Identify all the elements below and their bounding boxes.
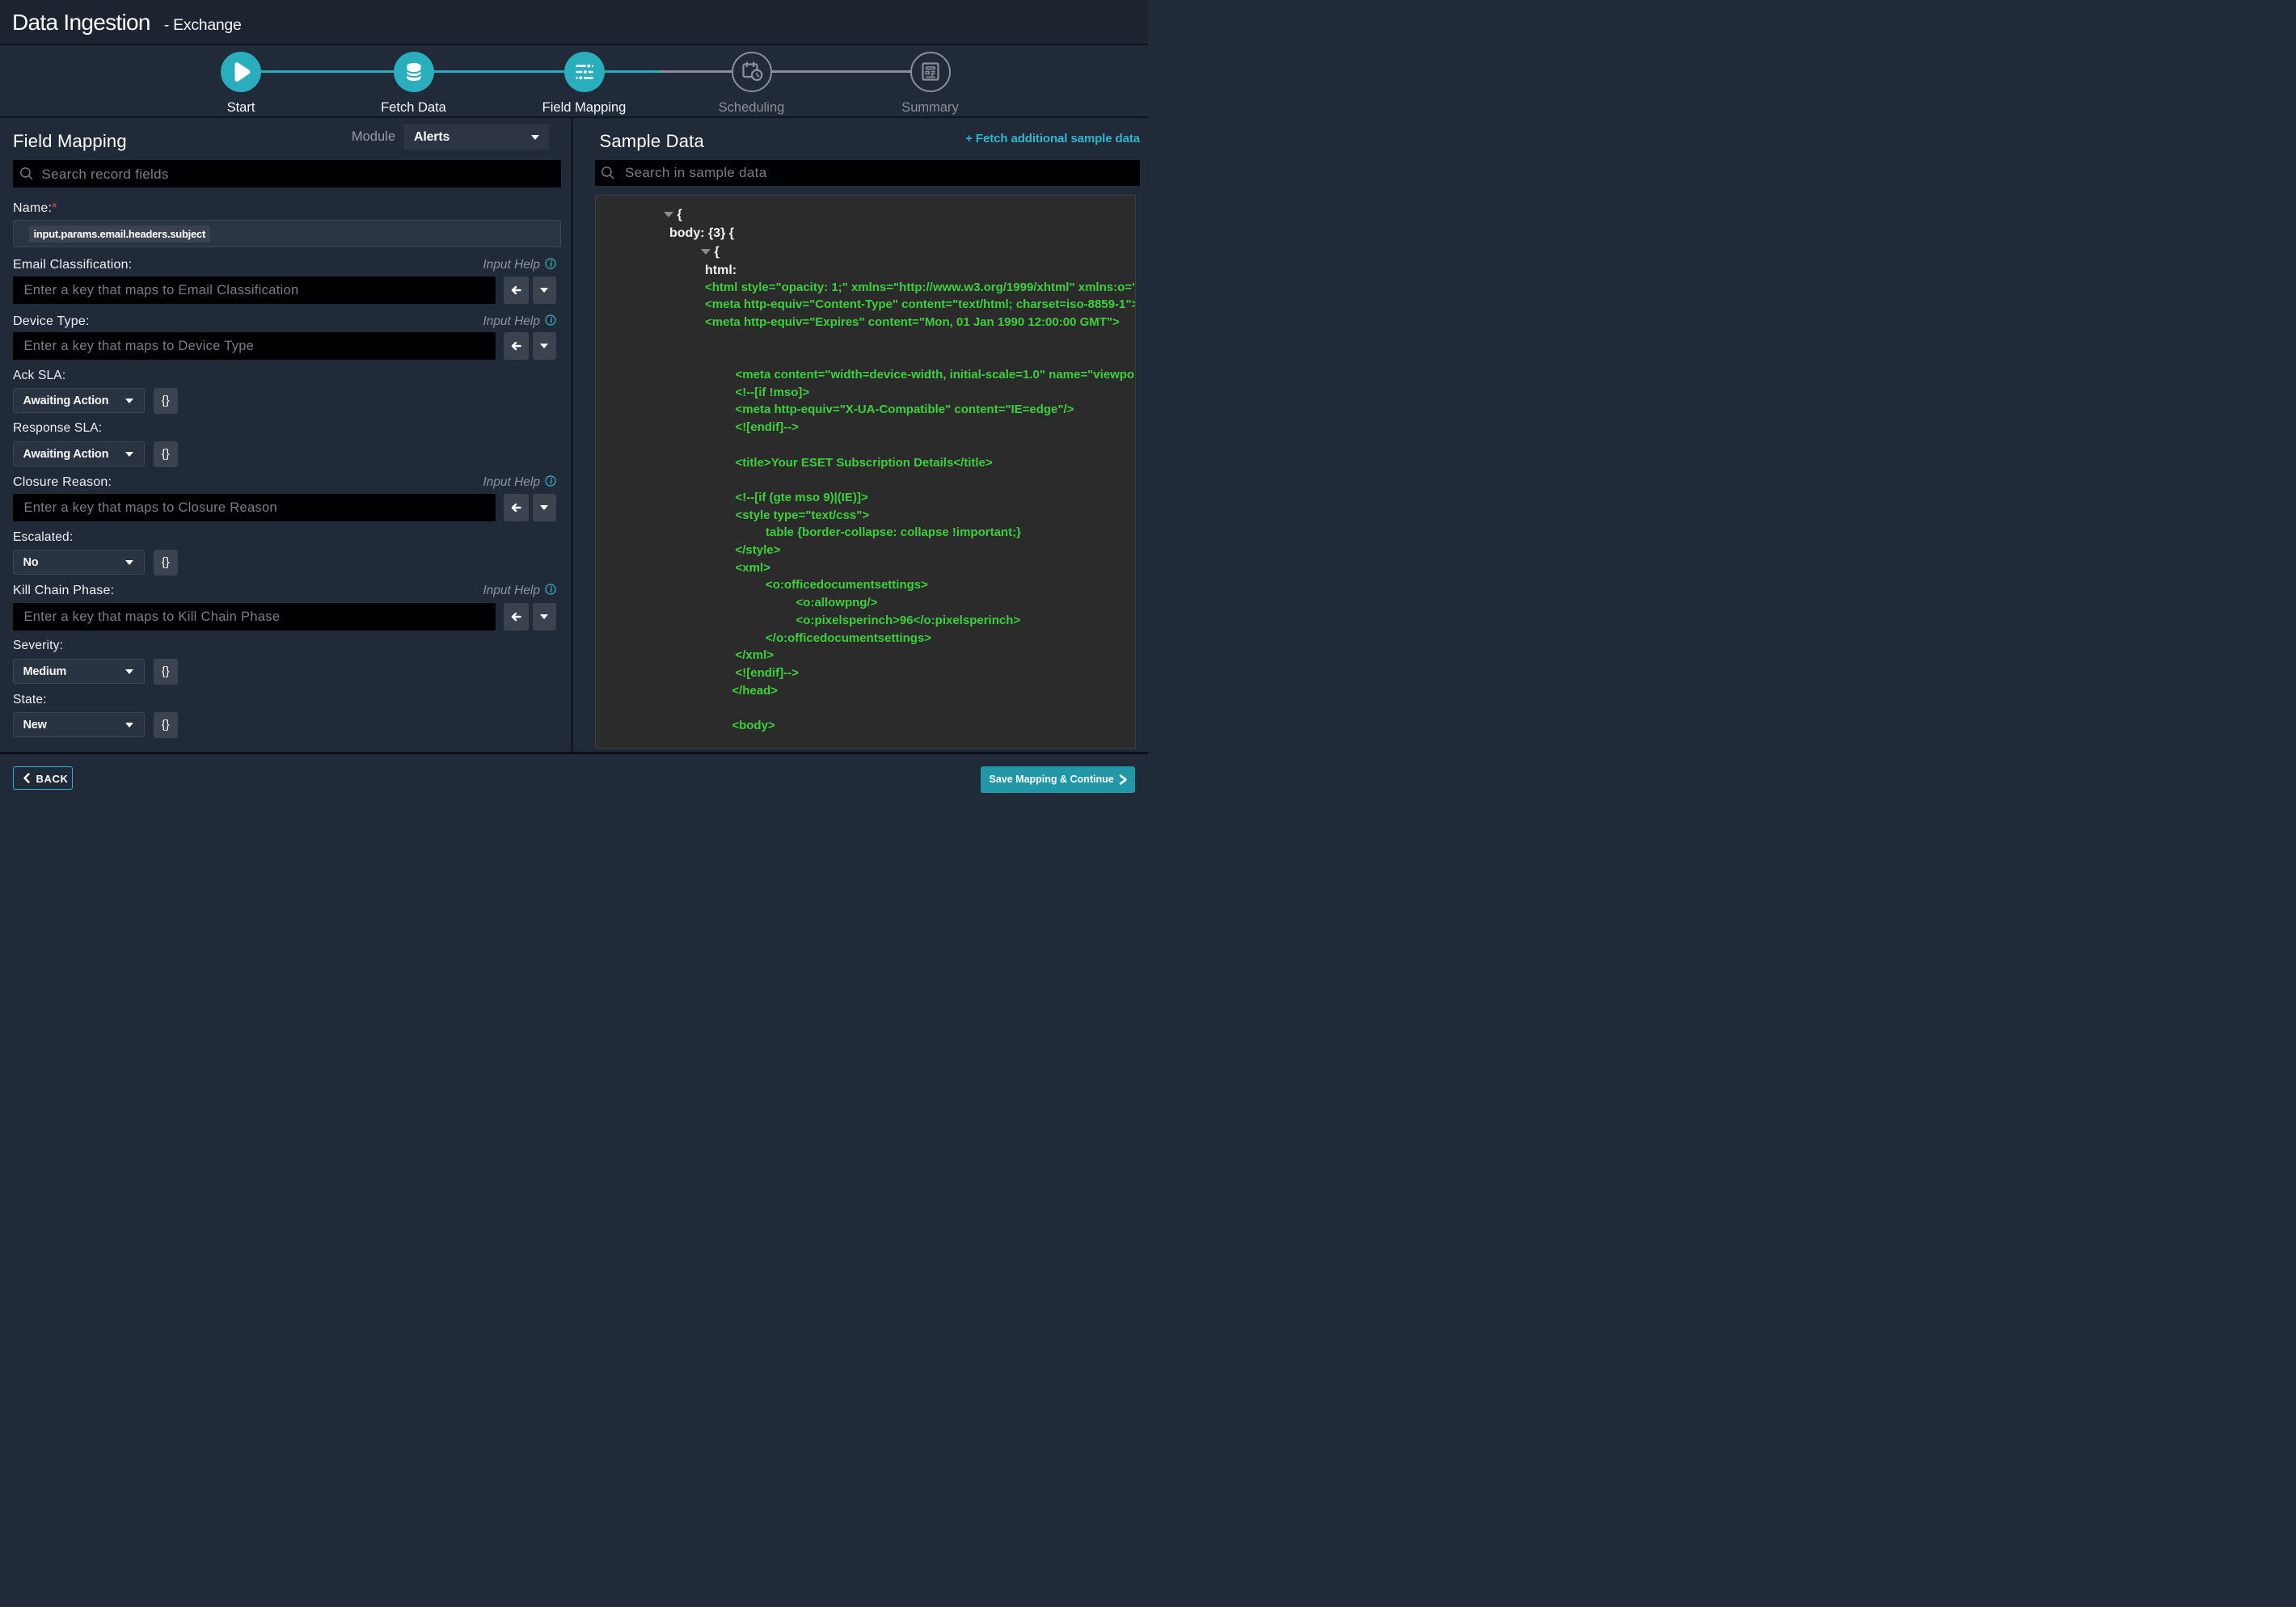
svg-text:i: i bbox=[550, 260, 552, 269]
svg-text:i: i bbox=[550, 586, 552, 595]
svg-text:i: i bbox=[550, 317, 552, 326]
svg-text:i: i bbox=[550, 478, 552, 487]
